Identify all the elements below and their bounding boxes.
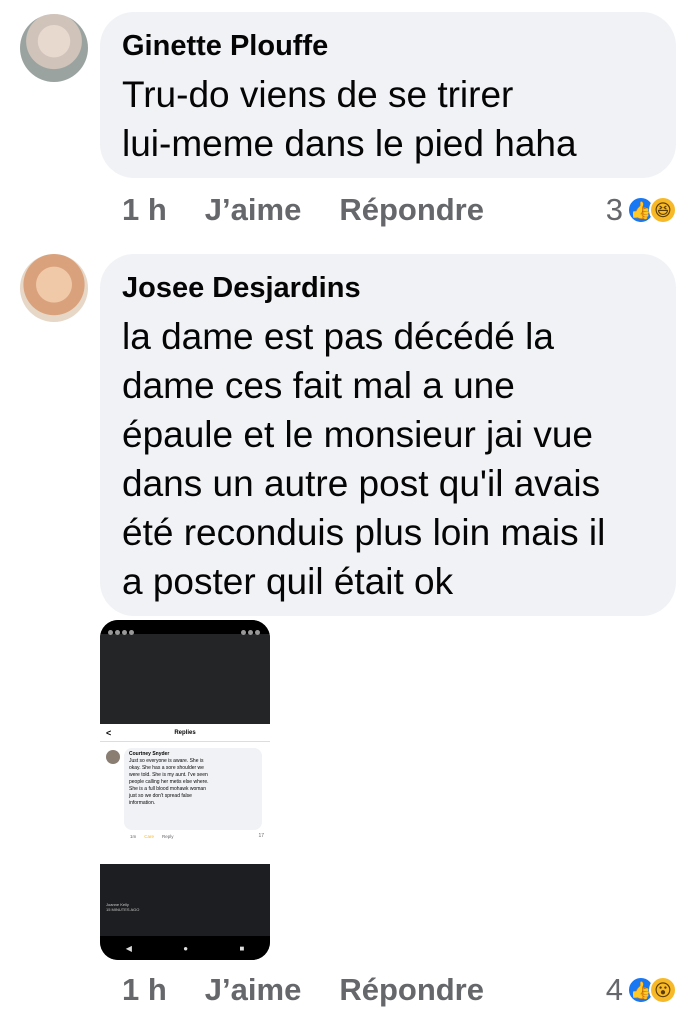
avatar[interactable] <box>20 14 88 82</box>
like-button[interactable]: J’aime <box>205 192 302 228</box>
comment-text: la dame est pas décédé la dame ces fait … <box>122 316 606 602</box>
mini-care: Care <box>144 834 155 839</box>
back-nav-icon: ◀ <box>125 943 132 953</box>
footer-name: Joanne Kelly 15 MINUTES AGO <box>106 902 140 912</box>
back-icon: < <box>106 728 112 738</box>
comment-time[interactable]: 1 h <box>122 192 167 228</box>
comment-bubble: Josee Desjardins la dame est pas décédé … <box>100 254 676 616</box>
replies-header: < Replies <box>100 724 270 742</box>
reaction-count: 3 <box>605 192 623 227</box>
replies-sheet: < Replies Courtney Snyder Just so everyo… <box>100 724 270 864</box>
wow-icon: 😮 <box>649 976 677 1004</box>
replies-title: Replies <box>174 730 196 736</box>
mini-reply: Reply <box>162 834 174 839</box>
comment-time[interactable]: 1 h <box>122 972 167 1008</box>
reply-button[interactable]: Répondre <box>339 192 484 228</box>
comment-author[interactable]: Ginette Plouffe <box>122 28 654 64</box>
avatar[interactable] <box>20 254 88 322</box>
comment-bubble: Ginette Plouffe Tru-do viens de se trire… <box>100 12 676 178</box>
reaction-summary[interactable]: 4 👍 😮 <box>606 972 677 1008</box>
mini-avatar <box>106 750 120 764</box>
phone-background <box>100 634 270 724</box>
comment-text: Tru-do viens de se trirer lui-meme dans … <box>122 74 577 164</box>
mini-author: Courtney Snyder <box>129 751 170 757</box>
reply-button[interactable]: Répondre <box>339 972 484 1008</box>
phone-nav-bar: ◀ ● ■ <box>100 936 270 960</box>
haha-icon: 😆 <box>649 196 677 224</box>
mini-actions: 1m Care Reply <box>130 834 174 839</box>
mini-comment-bubble: Courtney Snyder Just so everyone is awar… <box>124 748 262 830</box>
comment-actions: 1 h J’aime Répondre <box>122 192 522 228</box>
phone-status-bar <box>100 620 270 635</box>
mini-reaction-count: 17 <box>258 833 264 839</box>
comment-author[interactable]: Josee Desjardins <box>122 270 654 306</box>
home-nav-icon: ● <box>183 943 189 953</box>
mini-text: Just so everyone is aware. She is okay. … <box>129 758 209 806</box>
attached-screenshot[interactable]: < Replies Courtney Snyder Just so everyo… <box>100 620 270 960</box>
like-button[interactable]: J’aime <box>205 972 302 1008</box>
phone-footer: Joanne Kelly 15 MINUTES AGO <box>100 864 270 934</box>
reaction-summary[interactable]: 3 👍 😆 <box>606 192 677 228</box>
comment-actions: 1 h J’aime Répondre <box>122 972 522 1008</box>
recents-nav-icon: ■ <box>239 943 245 953</box>
mini-time: 1m <box>130 834 137 839</box>
reaction-count: 4 <box>605 972 623 1007</box>
